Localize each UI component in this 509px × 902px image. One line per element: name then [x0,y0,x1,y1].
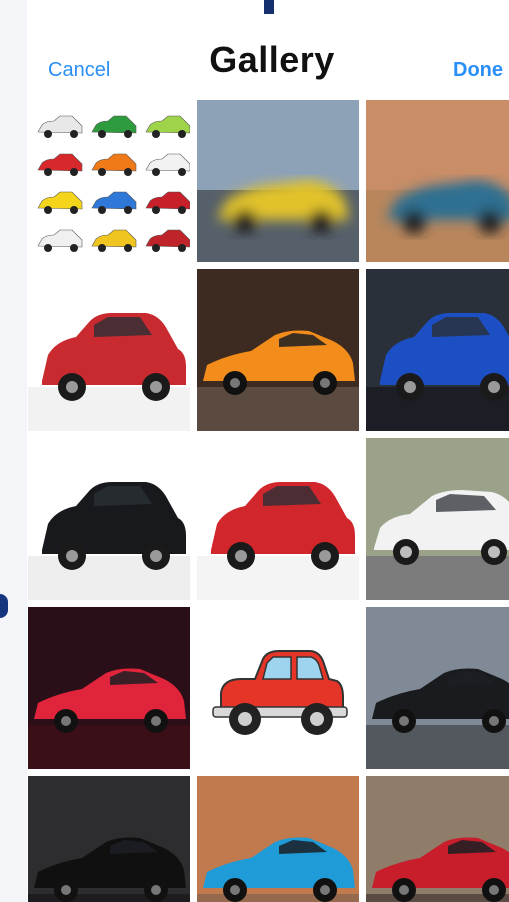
black-supercar-showroom-photo-image [28,776,190,902]
red-suv-photo-image [28,269,190,431]
background-page-strip [0,0,27,902]
blue-suv-photo-image [366,269,509,431]
red-compact-suv-photo-image [197,438,359,600]
red-suv-photo[interactable] [28,269,190,431]
white-sports-sedan-photo[interactable] [366,438,509,600]
sheet-drag-handle[interactable] [264,0,274,15]
white-sports-sedan-photo-image [366,438,509,600]
yellow-sports-car-photo[interactable] [197,100,359,262]
black-supercar-showroom-photo[interactable] [28,776,190,902]
blue-sports-car-desert-photo[interactable] [366,100,509,262]
red-cartoon-car-illustration[interactable] [197,607,359,769]
blue-suv-photo[interactable] [366,269,509,431]
page-title: Gallery [209,39,335,80]
blue-camaro-photo-image [197,776,359,902]
red-sports-car-street-photo-image [366,776,509,902]
black-mustang-photo[interactable] [366,607,509,769]
orange-supercar-forest-photo[interactable] [197,269,359,431]
done-button[interactable]: Done [453,59,503,82]
blue-sports-car-desert-photo-image [366,100,509,262]
orange-supercar-forest-photo-image [197,269,359,431]
red-cartoon-car-illustration-image [197,607,359,769]
gallery-header: Cancel Gallery Done [27,14,509,98]
car-collection-thumbnail[interactable] [28,100,190,262]
black-suv-photo[interactable] [28,438,190,600]
photo-grid[interactable] [27,100,509,902]
blue-camaro-photo[interactable] [197,776,359,902]
yellow-sports-car-photo-image [197,100,359,262]
red-compact-suv-photo[interactable] [197,438,359,600]
red-sports-car-street-photo[interactable] [366,776,509,902]
red-corvette-photo[interactable] [28,607,190,769]
black-mustang-photo-image [366,607,509,769]
black-suv-photo-image [28,438,190,600]
gallery-sheet: Cancel Gallery Done [27,14,509,902]
car-collection-thumbnail-image [28,100,190,262]
red-corvette-photo-image [28,607,190,769]
